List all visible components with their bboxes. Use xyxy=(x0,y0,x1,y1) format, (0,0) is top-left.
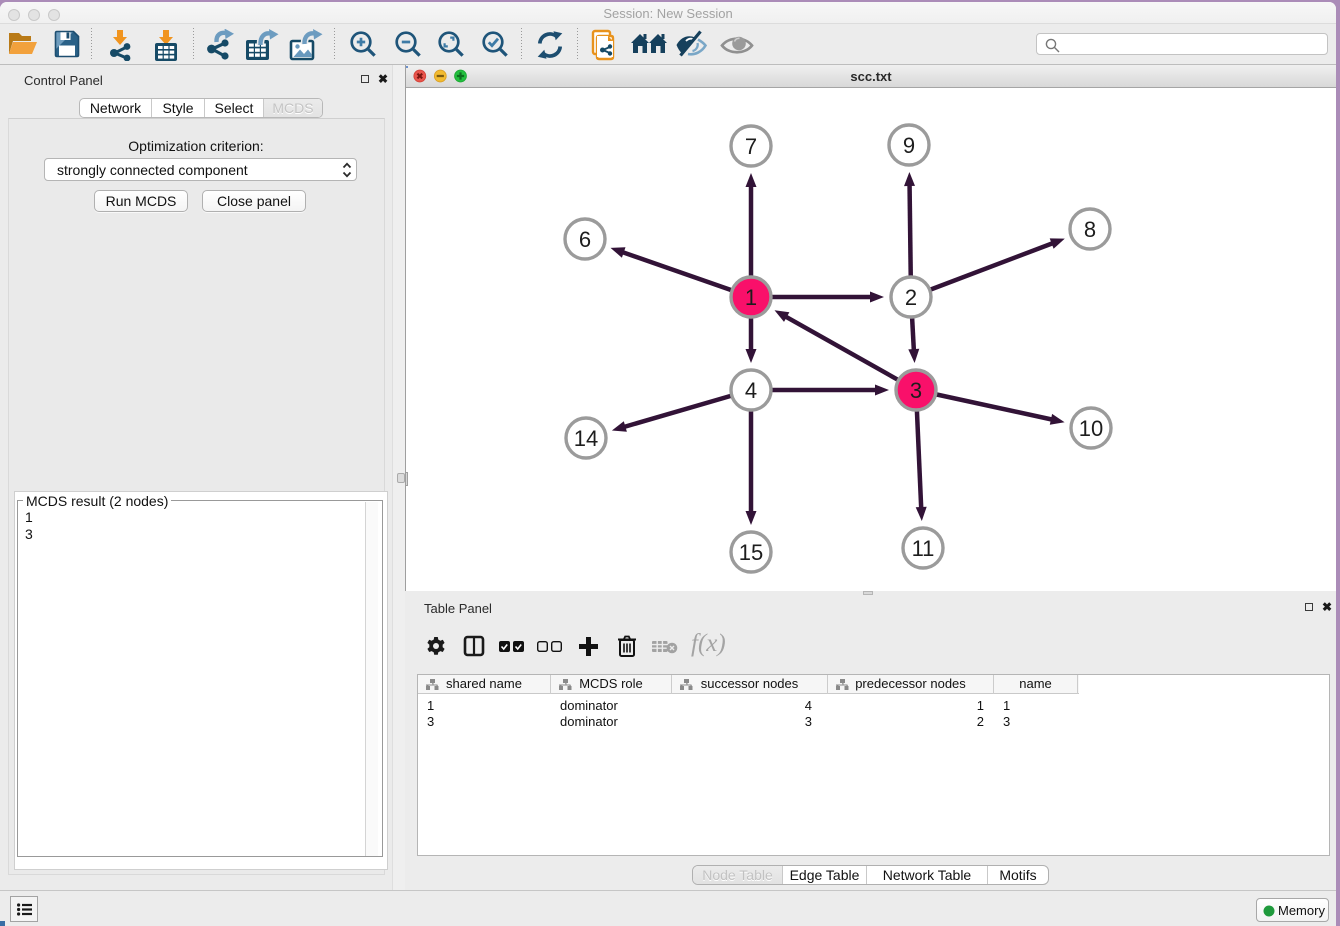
svg-text:4: 4 xyxy=(745,378,757,403)
svg-text:1: 1 xyxy=(745,285,757,310)
svg-text:14: 14 xyxy=(574,426,598,451)
svg-text:7: 7 xyxy=(745,134,757,159)
svg-text:3: 3 xyxy=(910,378,922,403)
svg-text:9: 9 xyxy=(903,133,915,158)
svg-text:10: 10 xyxy=(1079,416,1103,441)
svg-text:11: 11 xyxy=(912,536,935,561)
svg-text:8: 8 xyxy=(1084,217,1096,242)
svg-text:6: 6 xyxy=(579,227,591,252)
svg-text:15: 15 xyxy=(739,540,763,565)
svg-text:2: 2 xyxy=(905,285,917,310)
